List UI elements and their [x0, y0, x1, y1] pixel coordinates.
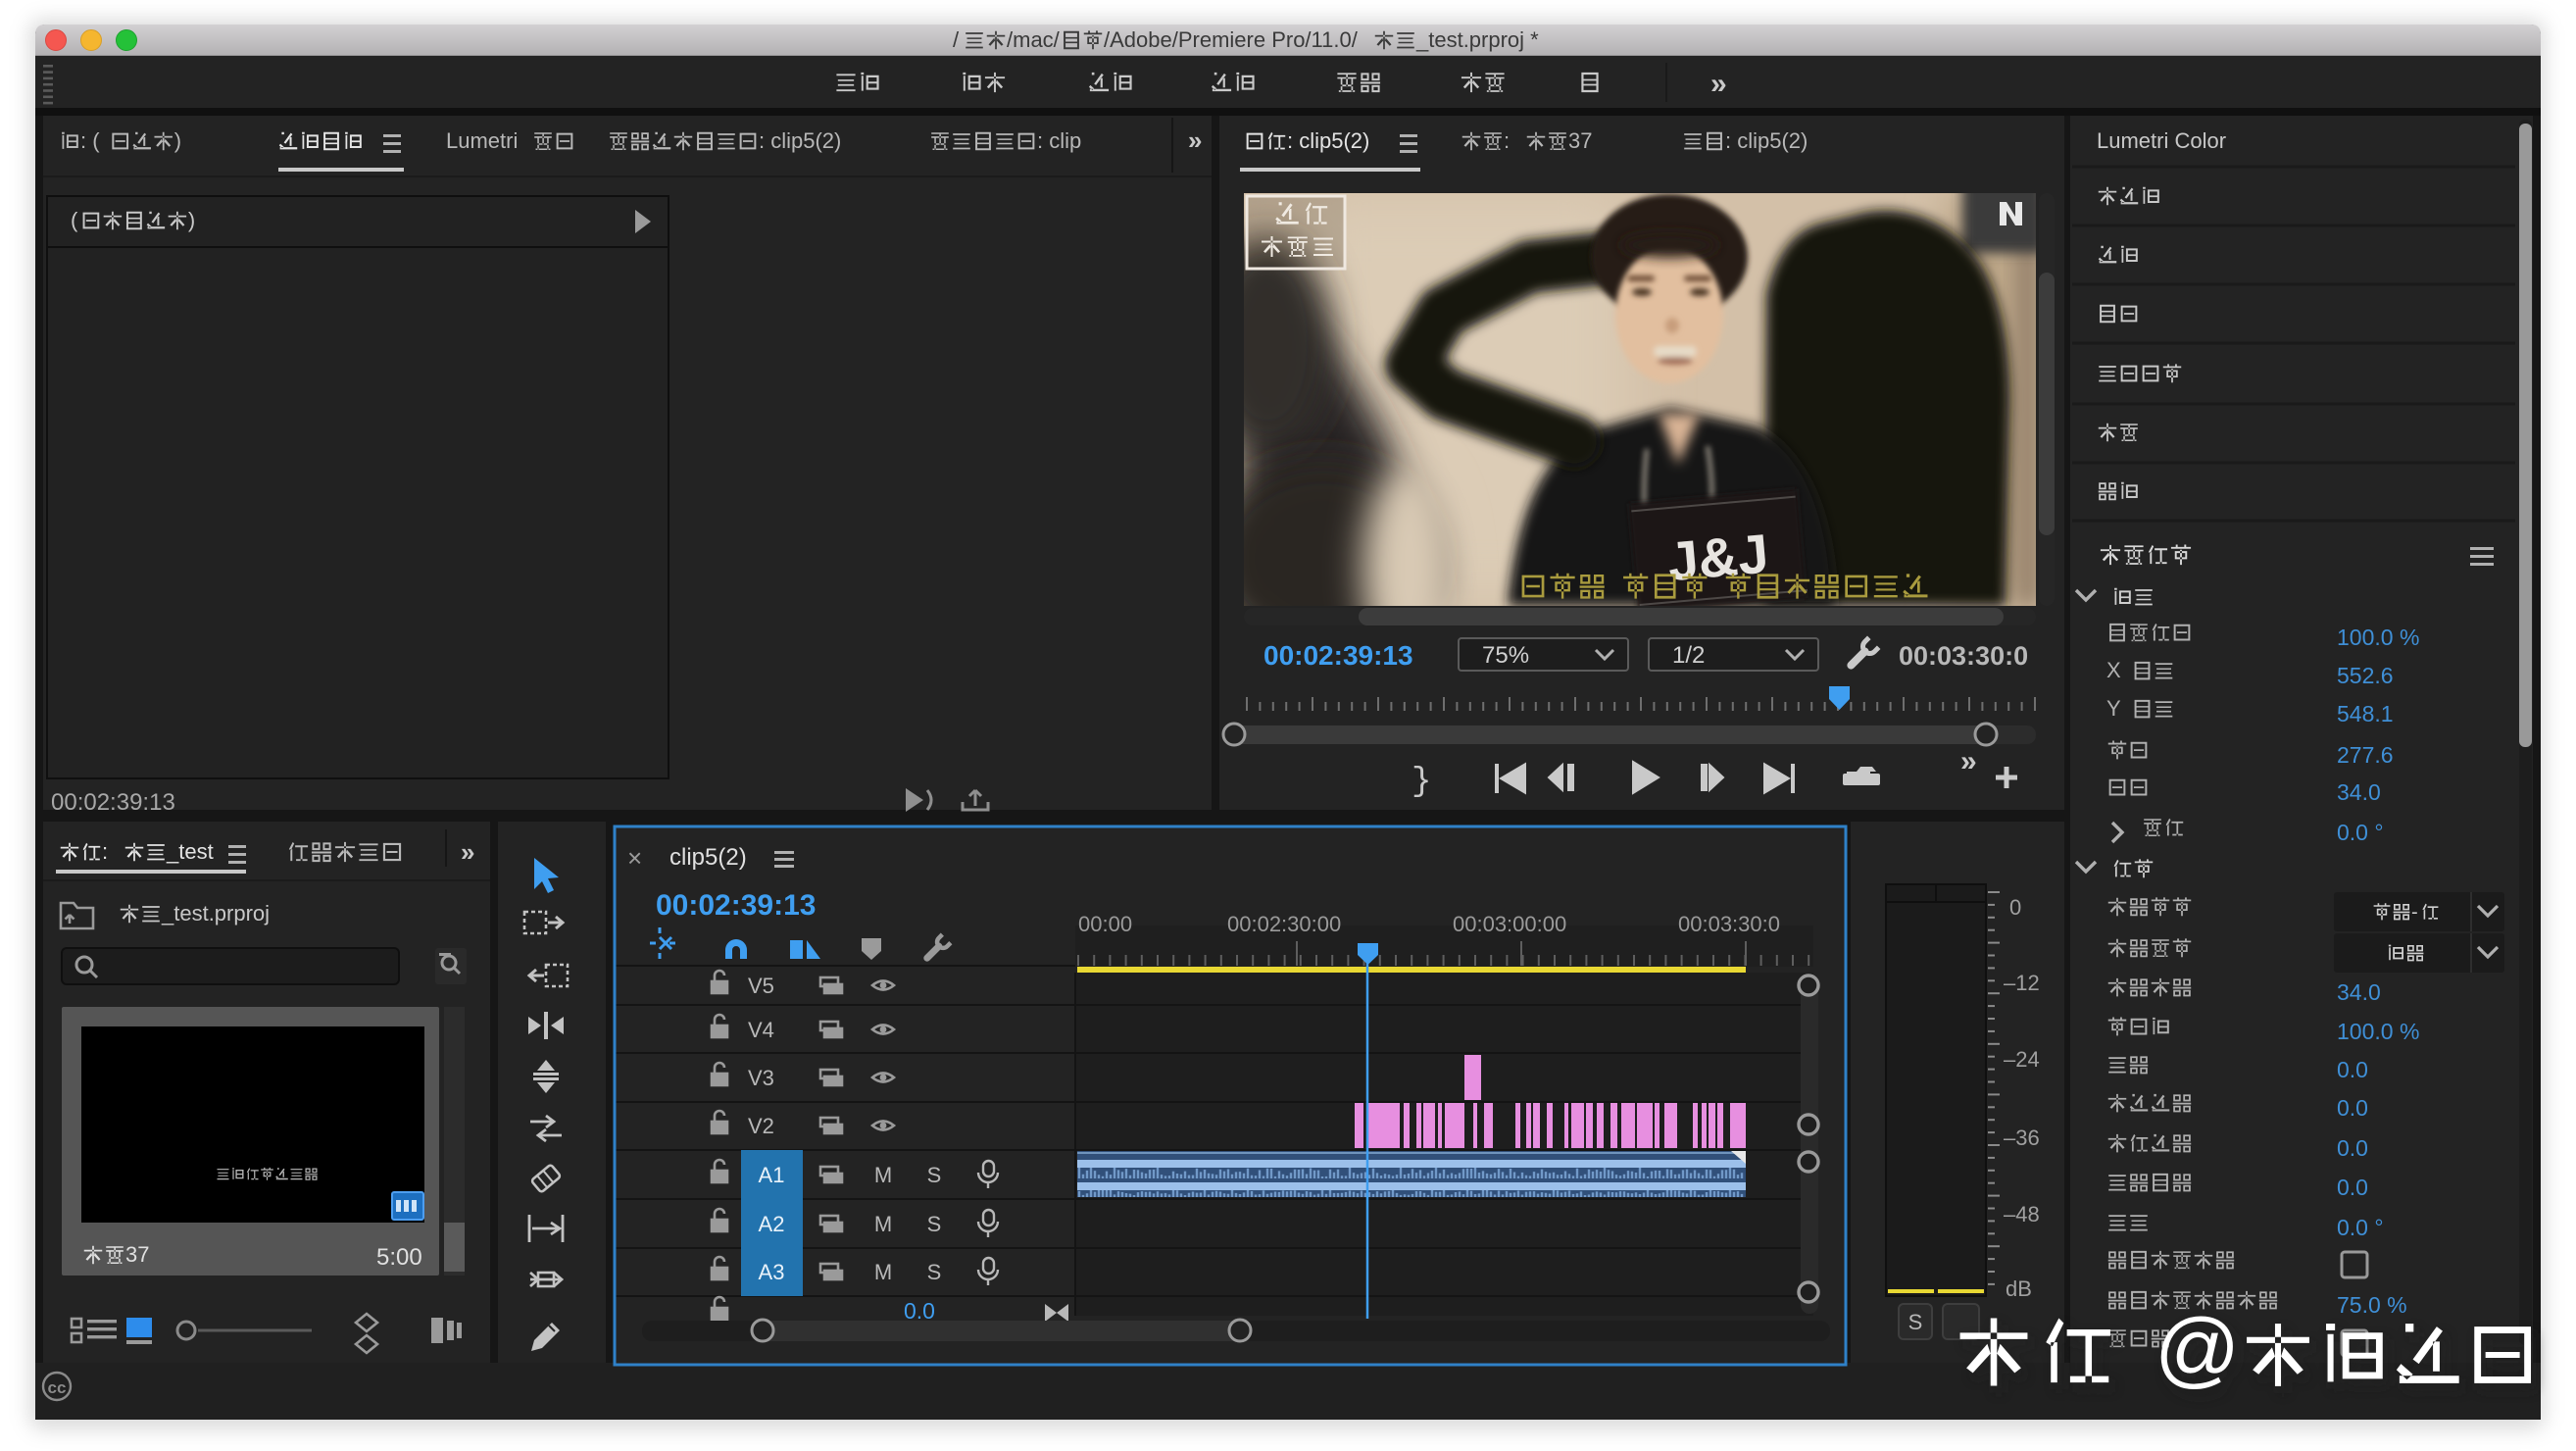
svg-text::: :	[1504, 128, 1510, 153]
svg-text:37: 37	[1568, 128, 1592, 153]
svg-text:Y: Y	[2106, 696, 2121, 721]
svg-text:»: »	[1960, 745, 1977, 777]
svg-text:0.0 °: 0.0 °	[2337, 820, 2384, 845]
svg-text:0.0: 0.0	[904, 1298, 935, 1324]
svg-text:»: »	[461, 837, 474, 867]
svg-text:_test.prproj: _test.prproj	[161, 901, 270, 926]
svg-text:/Adobe/Premiere Pro/11.0/: /Adobe/Premiere Pro/11.0/	[1104, 27, 1359, 52]
svg-text:A2: A2	[759, 1212, 785, 1236]
svg-text:75%: 75%	[1482, 642, 1529, 669]
svg-text:Lumetri Color: Lumetri Color	[2097, 128, 2226, 153]
svg-text:dB: dB	[2006, 1276, 2032, 1301]
svg-text:552.6: 552.6	[2337, 663, 2394, 688]
svg-text:: (: : (	[80, 128, 100, 153]
svg-text:S: S	[927, 1212, 942, 1236]
svg-text:_test.prproj *: _test.prproj *	[1415, 27, 1539, 52]
svg-text:/: /	[953, 27, 960, 52]
svg-text:S: S	[927, 1260, 942, 1284]
svg-text:V2: V2	[748, 1114, 774, 1138]
svg-text:5:00: 5:00	[376, 1244, 422, 1271]
svg-text:X: X	[2106, 658, 2121, 682]
svg-text:J&J: J&J	[1665, 522, 1771, 592]
svg-text:): )	[188, 208, 195, 232]
svg-text:clip5(2): clip5(2)	[669, 844, 747, 871]
svg-text:–36: –36	[2004, 1126, 2040, 1150]
svg-text:»: »	[1188, 125, 1202, 155]
svg-text:0.0: 0.0	[2337, 1175, 2368, 1200]
svg-text:/mac/: /mac/	[1007, 27, 1061, 52]
svg-text:–48: –48	[2004, 1202, 2040, 1226]
svg-text:0: 0	[2009, 895, 2021, 920]
svg-text:@: @	[2155, 1302, 2240, 1396]
svg-text:75.0 %: 75.0 %	[2337, 1292, 2407, 1318]
svg-text:A3: A3	[759, 1260, 785, 1284]
svg-text:548.1: 548.1	[2337, 701, 2394, 726]
svg-text:00:03:30:0: 00:03:30:0	[1899, 641, 2028, 671]
svg-text:: clip5(2): : clip5(2)	[1287, 128, 1369, 153]
svg-text:1/2: 1/2	[1672, 642, 1705, 669]
svg-text:M: M	[874, 1212, 892, 1236]
svg-text:0.0: 0.0	[2337, 1135, 2368, 1161]
svg-text:: clip5(2): : clip5(2)	[759, 128, 841, 153]
svg-text:Lumetri: Lumetri	[446, 128, 518, 153]
svg-text:00:00: 00:00	[1078, 912, 1132, 936]
svg-text:00:02:30:00: 00:02:30:00	[1227, 912, 1341, 936]
svg-text:: clip: : clip	[1037, 128, 1081, 153]
svg-text:34.0: 34.0	[2337, 979, 2381, 1005]
svg-text:S: S	[927, 1163, 942, 1187]
svg-text:): )	[174, 128, 181, 153]
svg-text:M: M	[874, 1163, 892, 1187]
svg-text:37: 37	[125, 1242, 149, 1267]
svg-text:100.0 %: 100.0 %	[2337, 625, 2419, 650]
svg-text:_test: _test	[166, 839, 214, 864]
svg-text:}: }	[1412, 764, 1431, 801]
svg-text:00:02:39:13: 00:02:39:13	[1263, 640, 1413, 671]
svg-text:A1: A1	[759, 1163, 785, 1187]
svg-text:S: S	[1908, 1310, 1923, 1334]
svg-text:V5: V5	[748, 974, 774, 998]
svg-text:×: ×	[627, 843, 642, 873]
svg-text:V3: V3	[748, 1066, 774, 1090]
svg-text:0.0: 0.0	[2337, 1057, 2368, 1082]
svg-text:(: (	[71, 208, 78, 232]
svg-text:: clip5(2): : clip5(2)	[1725, 128, 1808, 153]
svg-text:cc: cc	[48, 1378, 67, 1397]
svg-text:100.0 %: 100.0 %	[2337, 1019, 2419, 1044]
svg-text:00:02:39:13: 00:02:39:13	[656, 889, 816, 922]
svg-text:–12: –12	[2004, 971, 2040, 995]
svg-text:0.0 °: 0.0 °	[2337, 1215, 2384, 1240]
svg-text:–24: –24	[2004, 1047, 2040, 1072]
svg-text:00:03:00:00: 00:03:00:00	[1453, 912, 1566, 936]
svg-text:00:03:30:0: 00:03:30:0	[1678, 912, 1780, 936]
svg-text:277.6: 277.6	[2337, 742, 2394, 768]
svg-text:V4: V4	[748, 1018, 774, 1042]
svg-text:M: M	[874, 1260, 892, 1284]
svg-text::: :	[102, 839, 108, 864]
svg-text:-: -	[2411, 901, 2418, 923]
svg-text:00:02:39:13: 00:02:39:13	[51, 789, 175, 816]
svg-text:»: »	[1710, 68, 1727, 100]
svg-text:34.0: 34.0	[2337, 779, 2381, 805]
svg-text:0.0: 0.0	[2337, 1095, 2368, 1121]
